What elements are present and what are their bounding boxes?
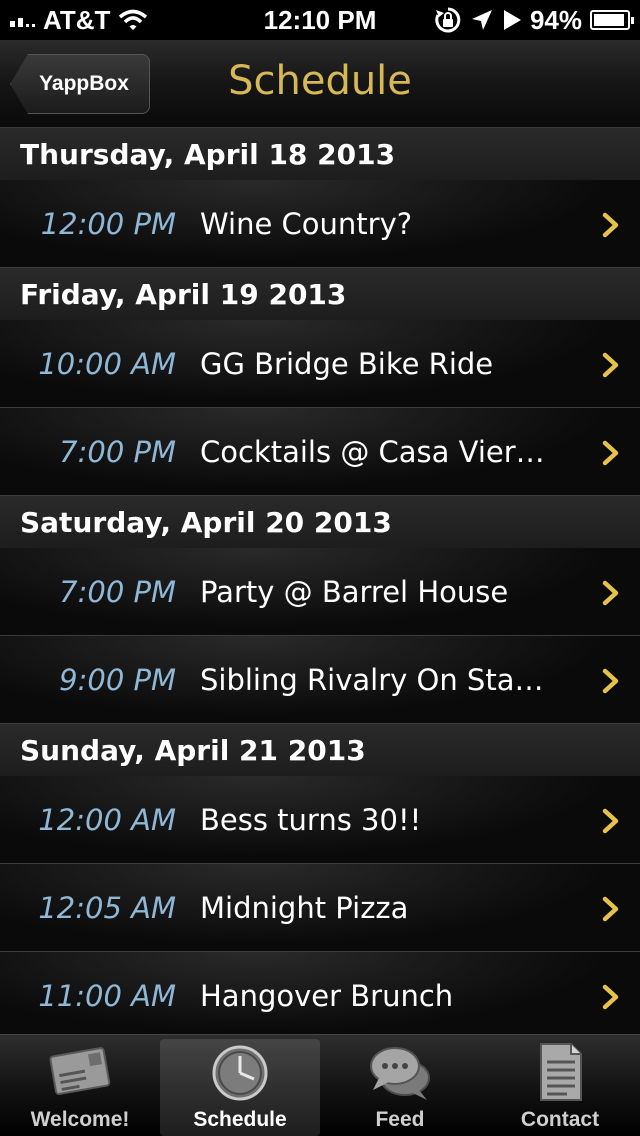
- chevron-right-icon: [602, 984, 619, 1010]
- event-row[interactable]: 7:00 PM Cocktails @ Casa Vier…: [0, 408, 640, 496]
- tab-label: Feed: [375, 1108, 425, 1131]
- clock-icon: [212, 1045, 268, 1101]
- tab-label: Schedule: [193, 1108, 287, 1131]
- event-time: 11:00 AM: [38, 978, 176, 1013]
- location-icon: [471, 10, 492, 30]
- section-header: Sunday, April 21 2013: [0, 724, 640, 776]
- chat-bubbles-icon: [370, 1047, 430, 1100]
- section-header: Saturday, April 20 2013: [0, 496, 640, 548]
- status-bar: AT&T 12:10 PM 94%: [0, 0, 640, 40]
- event-row[interactable]: 12:05 AM Midnight Pizza: [0, 864, 640, 952]
- signal-icon: [10, 13, 35, 27]
- event-time: 10:00 AM: [38, 346, 176, 381]
- chevron-right-icon: [602, 352, 619, 378]
- schedule-list[interactable]: Thursday, April 18 2013 12:00 PM Wine Co…: [0, 128, 640, 1034]
- battery-icon: [590, 10, 634, 30]
- event-time: 9:00 PM: [59, 662, 176, 697]
- wifi-icon: [119, 9, 148, 30]
- event-row[interactable]: 7:00 PM Party @ Barrel House: [0, 548, 640, 636]
- chevron-right-icon: [602, 668, 619, 694]
- event-time: 12:05 AM: [38, 890, 176, 925]
- tab-schedule[interactable]: Schedule: [160, 1039, 320, 1136]
- page-title: Schedule: [228, 58, 412, 104]
- event-title: Midnight Pizza: [200, 890, 409, 925]
- tab-welcome[interactable]: Welcome!: [0, 1035, 160, 1136]
- rotation-lock-icon: [435, 7, 461, 33]
- event-row[interactable]: 12:00 AM Bess turns 30!!: [0, 776, 640, 864]
- event-title: Party @ Barrel House: [200, 574, 509, 609]
- event-row[interactable]: 11:00 AM Hangover Brunch: [0, 952, 640, 1034]
- event-title: Wine Country?: [200, 206, 413, 241]
- chevron-right-icon: [602, 580, 619, 606]
- event-title: Bess turns 30!!: [200, 802, 422, 837]
- tab-label: Welcome!: [30, 1108, 130, 1131]
- tab-label: Contact: [520, 1108, 600, 1131]
- chevron-right-icon: [602, 896, 619, 922]
- event-time: 12:00 AM: [38, 802, 176, 837]
- event-title: Cocktails @ Casa Vier…: [200, 434, 545, 469]
- section-header: Thursday, April 18 2013: [0, 128, 640, 180]
- play-icon: [503, 10, 521, 30]
- event-row[interactable]: 9:00 PM Sibling Rivalry On Stage: [0, 636, 640, 724]
- section-header: Friday, April 19 2013: [0, 268, 640, 320]
- chevron-right-icon: [602, 212, 619, 238]
- navigation-bar: YappBox Schedule: [0, 40, 640, 128]
- event-row[interactable]: 12:00 PM Wine Country?: [0, 180, 640, 268]
- status-bar-left: AT&T: [10, 5, 148, 36]
- tab-feed[interactable]: Feed: [320, 1035, 480, 1136]
- chevron-right-icon: [602, 808, 619, 834]
- postcard-icon: [49, 1047, 111, 1095]
- event-row[interactable]: 10:00 AM GG Bridge Bike Ride: [0, 320, 640, 408]
- event-title: GG Bridge Bike Ride: [200, 346, 494, 381]
- carrier-label: AT&T: [43, 4, 111, 35]
- document-icon: [540, 1043, 582, 1101]
- tab-contact[interactable]: Contact: [480, 1035, 640, 1136]
- status-bar-right: 94%: [434, 4, 634, 36]
- event-time: 7:00 PM: [59, 434, 176, 469]
- chevron-right-icon: [602, 440, 619, 466]
- battery-percent: 94%: [529, 4, 582, 35]
- tab-bar: Welcome! Schedule Feed Contact: [0, 1034, 640, 1136]
- event-title: Hangover Brunch: [200, 978, 454, 1013]
- event-time: 7:00 PM: [59, 574, 176, 609]
- event-time: 12:00 PM: [40, 206, 176, 241]
- event-title: Sibling Rivalry On Stage: [200, 662, 550, 697]
